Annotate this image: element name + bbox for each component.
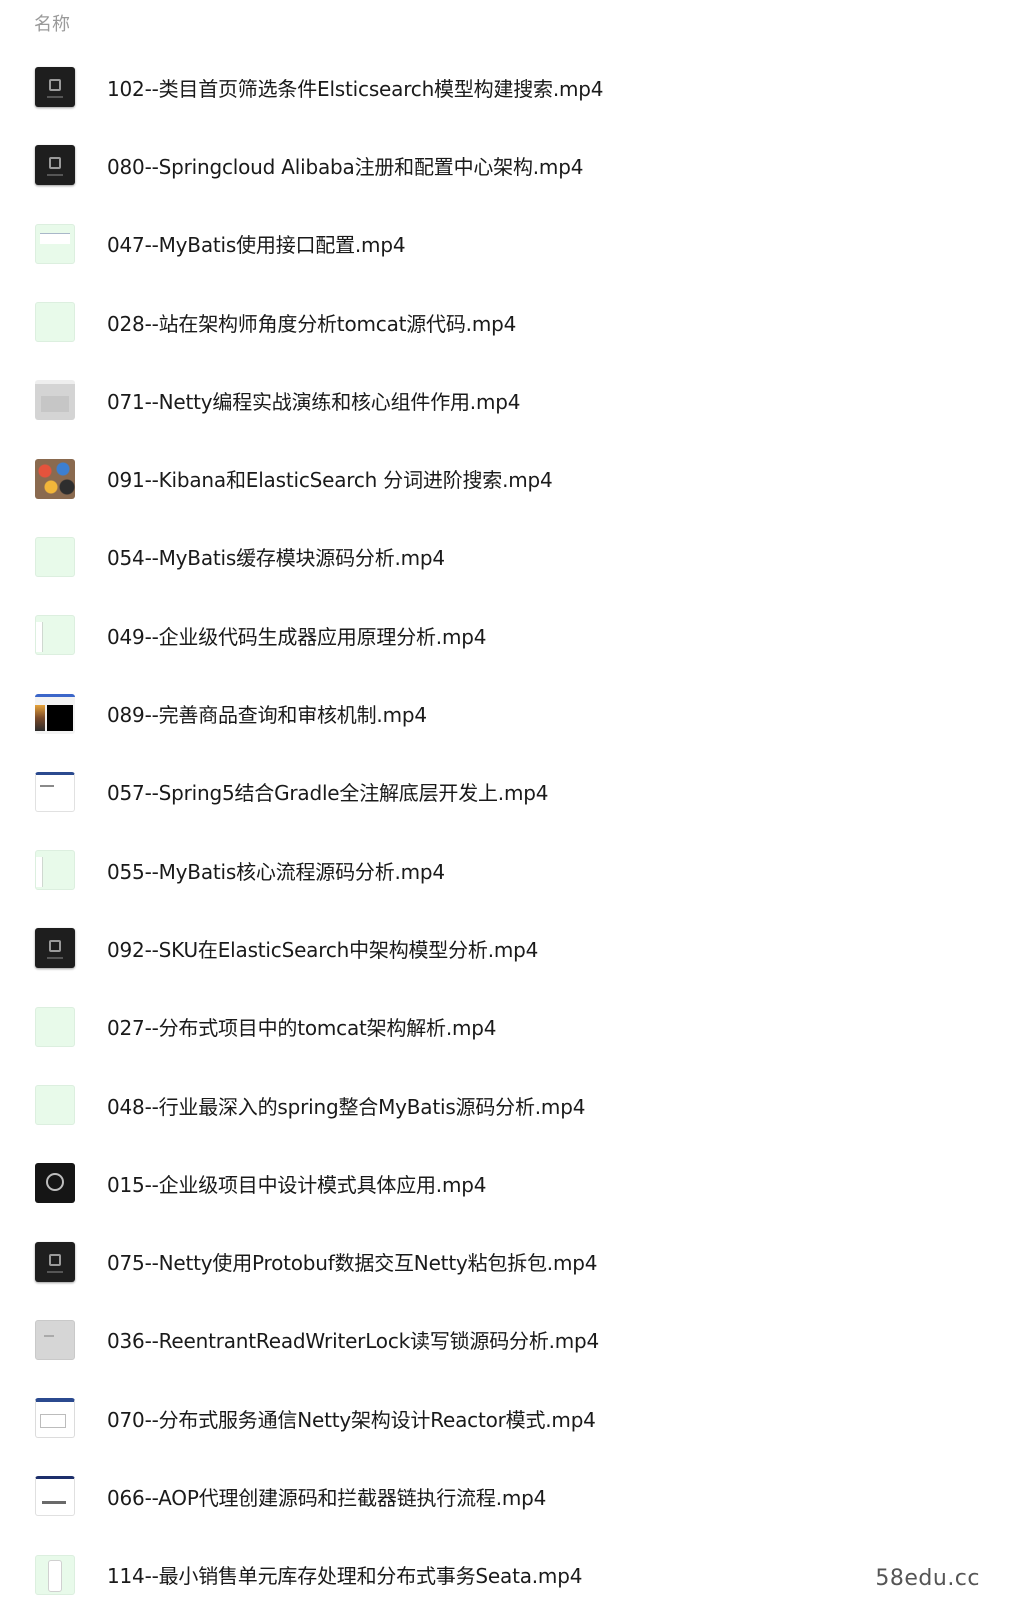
video-thumbnail-green-icon <box>35 1554 75 1595</box>
file-name: 048--行业最深入的spring整合MyBatis源码分析.mp4 <box>107 1094 586 1119</box>
video-thumbnail-green-icon <box>35 1085 75 1125</box>
file-name: 027--分布式项目中的tomcat架构解析.mp4 <box>107 1016 497 1041</box>
file-name: 054--MyBatis缓存模块源码分析.mp4 <box>107 546 445 571</box>
file-row[interactable]: 066--AOP代理创建源码和拦截器链执行流程.mp4 <box>0 1457 1030 1535</box>
video-thumbnail-green-icon <box>35 302 75 343</box>
video-thumbnail-green-icon <box>35 536 75 577</box>
file-row[interactable]: 054--MyBatis缓存模块源码分析.mp4 <box>0 518 1030 596</box>
file-name: 036--ReentrantReadWriterLock读写锁源码分析.mp4 <box>107 1329 600 1354</box>
file-name: 092--SKU在ElasticSearch中架构模型分析.mp4 <box>107 937 539 962</box>
file-row[interactable]: 102--类目首页筛选条件Elsticsearch模型构建搜索.mp4 <box>0 48 1030 126</box>
file-list: 102--类目首页筛选条件Elsticsearch模型构建搜索.mp4 080--… <box>0 48 1030 1614</box>
video-thumbnail-green-icon <box>35 223 75 264</box>
file-name: 066--AOP代理创建源码和拦截器链执行流程.mp4 <box>107 1485 547 1510</box>
watermark: 58edu.cc <box>875 1566 980 1591</box>
file-name: 075--Netty使用Protobuf数据交互Netty粘包拆包.mp4 <box>107 1251 598 1276</box>
file-name: 057--Spring5结合Gradle全注解底层开发上.mp4 <box>107 781 549 806</box>
file-name: 080--Springcloud Alibaba注册和配置中心架构.mp4 <box>107 154 584 179</box>
file-row[interactable]: 036--ReentrantReadWriterLock读写锁源码分析.mp4 <box>0 1301 1030 1379</box>
video-thumbnail-dark-icon <box>35 145 75 186</box>
file-row[interactable]: 057--Spring5结合Gradle全注解底层开发上.mp4 <box>0 753 1030 831</box>
video-thumbnail-gray-icon <box>35 1319 75 1360</box>
file-row[interactable]: 075--Netty使用Protobuf数据交互Netty粘包拆包.mp4 <box>0 1222 1030 1300</box>
file-row[interactable]: 080--Springcloud Alibaba注册和配置中心架构.mp4 <box>0 126 1030 204</box>
column-header-name[interactable]: 名称 <box>34 10 70 36</box>
video-thumbnail-dark-icon <box>35 1241 75 1282</box>
file-name: 049--企业级代码生成器应用原理分析.mp4 <box>107 624 487 649</box>
file-name: 047--MyBatis使用接口配置.mp4 <box>107 233 406 258</box>
file-row[interactable]: 071--Netty编程实战演练和核心组件作用.mp4 <box>0 361 1030 439</box>
video-thumbnail-dark-icon <box>35 67 75 108</box>
file-row[interactable]: 047--MyBatis使用接口配置.mp4 <box>0 205 1030 283</box>
file-row[interactable]: 092--SKU在ElasticSearch中架构模型分析.mp4 <box>0 909 1030 987</box>
file-row[interactable]: 055--MyBatis核心流程源码分析.mp4 <box>0 831 1030 909</box>
video-thumbnail-green-icon <box>35 615 75 656</box>
video-thumbnail-green-icon <box>35 1006 75 1047</box>
file-name: 089--完善商品查询和审核机制.mp4 <box>107 703 427 728</box>
file-row[interactable]: 048--行业最深入的spring整合MyBatis源码分析.mp4 <box>0 1066 1030 1144</box>
file-name: 028--站在架构师角度分析tomcat源代码.mp4 <box>107 311 517 336</box>
file-row[interactable]: 089--完善商品查询和审核机制.mp4 <box>0 674 1030 752</box>
video-thumbnail-green-icon <box>35 850 75 891</box>
file-name: 015--企业级项目中设计模式具体应用.mp4 <box>107 1172 487 1197</box>
file-row[interactable]: 049--企业级代码生成器应用原理分析.mp4 <box>0 596 1030 674</box>
video-thumbnail-colorful-icon <box>35 458 75 499</box>
video-thumbnail-screen-icon <box>35 693 75 734</box>
video-thumbnail-white-icon <box>35 1476 75 1517</box>
file-name: 055--MyBatis核心流程源码分析.mp4 <box>107 859 445 884</box>
file-row[interactable]: 028--站在架构师角度分析tomcat源代码.mp4 <box>0 283 1030 361</box>
file-row[interactable]: 070--分布式服务通信Netty架构设计Reactor模式.mp4 <box>0 1379 1030 1457</box>
video-thumbnail-dark-icon <box>35 928 75 969</box>
file-name: 070--分布式服务通信Netty架构设计Reactor模式.mp4 <box>107 1407 596 1432</box>
video-thumbnail-dark-icon <box>35 1163 75 1204</box>
file-name: 102--类目首页筛选条件Elsticsearch模型构建搜索.mp4 <box>107 76 604 101</box>
file-row[interactable]: 091--Kibana和ElasticSearch 分词进阶搜索.mp4 <box>0 439 1030 517</box>
file-row[interactable]: 027--分布式项目中的tomcat架构解析.mp4 <box>0 988 1030 1066</box>
file-name: 114--最小销售单元库存处理和分布式事务Seata.mp4 <box>107 1564 583 1589</box>
video-thumbnail-white-icon <box>35 771 75 812</box>
file-name: 091--Kibana和ElasticSearch 分词进阶搜索.mp4 <box>107 468 553 493</box>
file-name: 071--Netty编程实战演练和核心组件作用.mp4 <box>107 389 521 414</box>
video-thumbnail-gray-icon <box>35 380 75 421</box>
file-row[interactable]: 015--企业级项目中设计模式具体应用.mp4 <box>0 1144 1030 1222</box>
video-thumbnail-white-icon <box>35 1398 75 1439</box>
